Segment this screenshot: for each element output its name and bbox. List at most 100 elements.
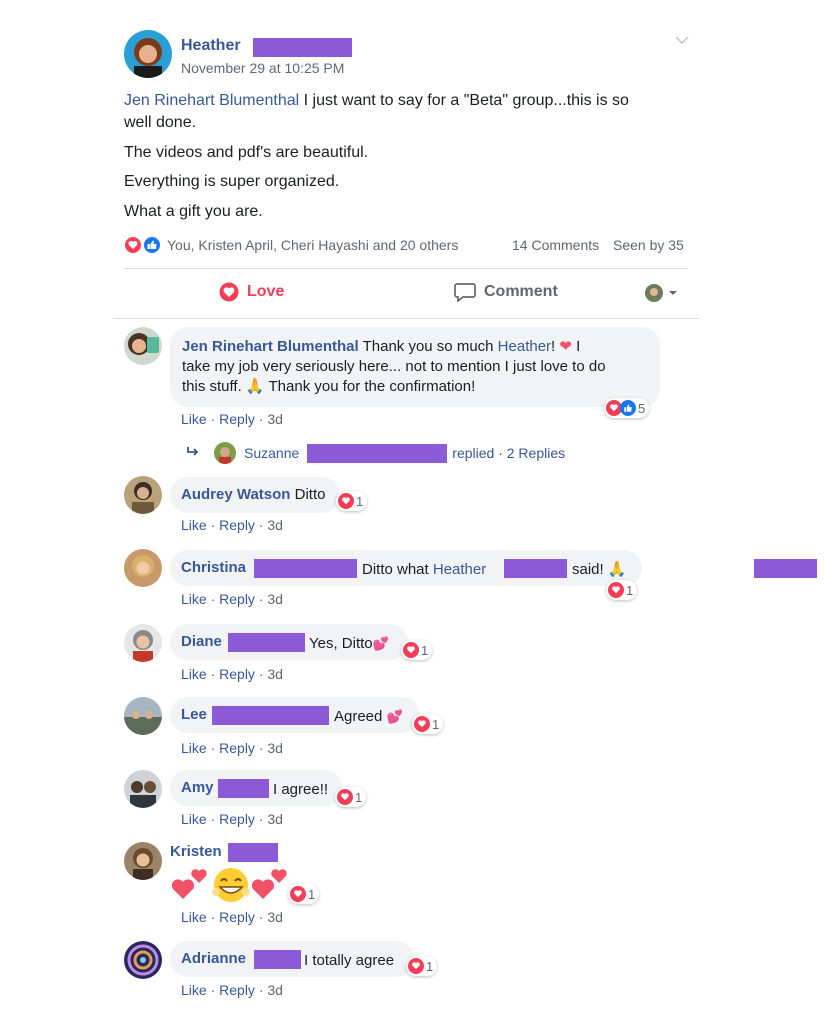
reply-link[interactable]: Reply <box>219 982 255 998</box>
chevron-down-icon[interactable] <box>674 33 690 45</box>
post-body-line-1: Jen Rinehart Blumenthal I just want to s… <box>124 92 629 109</box>
heart-icon <box>337 789 353 805</box>
comment-age[interactable]: 3d <box>267 666 283 682</box>
comment-reaction-count[interactable]: 1 <box>288 884 320 904</box>
commenter-name[interactable]: Jen Rinehart Blumenthal <box>182 338 359 355</box>
comment-reaction-count[interactable]: 1 <box>336 491 368 511</box>
comment-meta: Like · Reply · 3d <box>181 909 283 925</box>
reaction-names[interactable]: You, Kristen April, Cheri Hayashi and 20… <box>167 237 458 253</box>
comment-age[interactable]: 3d <box>267 740 283 756</box>
commenter-name[interactable]: Kristen <box>170 843 222 860</box>
comment-bubble: Audrey Watson Ditto <box>170 477 340 513</box>
redaction-bar <box>218 779 269 798</box>
comment-meta: Like · Reply · 3d <box>181 411 283 427</box>
comment-age[interactable]: 3d <box>267 982 283 998</box>
comment-reaction-count[interactable]: 5 <box>604 398 650 418</box>
comment-reaction-count[interactable]: 1 <box>335 787 367 807</box>
commenter-avatar[interactable] <box>124 770 162 808</box>
comment-text: Agreed 💕 <box>334 708 403 725</box>
comment-mention[interactable]: Heather <box>498 338 551 355</box>
commenter-name[interactable]: Lee <box>181 706 207 723</box>
like-link[interactable]: Like <box>181 517 207 533</box>
comment-age[interactable]: 3d <box>267 517 283 533</box>
comment-mention[interactable]: Heather <box>433 561 486 578</box>
like-link[interactable]: Like <box>181 982 207 998</box>
comment-meta: Like · Reply · 3d <box>181 811 283 827</box>
commenter-name[interactable]: Amy <box>181 779 214 796</box>
comment-text: Yes, Ditto💕 <box>309 635 389 652</box>
like-link[interactable]: Like <box>181 740 207 756</box>
comment-meta: Like · Reply · 3d <box>181 666 283 682</box>
reaction-icons[interactable] <box>124 236 164 254</box>
post-as-selector[interactable] <box>644 283 684 303</box>
heart-emoji: ❤ <box>559 338 572 355</box>
heart-icon <box>338 493 354 509</box>
comment-age[interactable]: 3d <box>267 591 283 607</box>
commenter-avatar[interactable] <box>124 549 162 587</box>
redaction-bar <box>254 559 357 578</box>
comment-reaction-count[interactable]: 1 <box>406 956 438 976</box>
like-link[interactable]: Like <box>181 666 207 682</box>
replier-name: Suzanne <box>244 445 300 461</box>
commenter-avatar[interactable] <box>124 941 162 979</box>
like-link[interactable]: Like <box>181 411 207 427</box>
love-button[interactable]: Love <box>219 282 284 302</box>
commenter-avatar[interactable] <box>124 624 162 662</box>
replier-avatar <box>214 442 236 464</box>
post-mention[interactable]: Jen Rinehart Blumenthal <box>124 92 299 109</box>
commenter-name[interactable]: Diane <box>181 633 222 650</box>
reply-link[interactable]: Reply <box>219 909 255 925</box>
commenter-avatar[interactable] <box>124 842 162 880</box>
reply-link[interactable]: Reply <box>219 517 255 533</box>
redaction-bar <box>228 633 305 652</box>
heart-icon <box>403 642 419 658</box>
comment-age[interactable]: 3d <box>267 411 283 427</box>
commenter-name[interactable]: Adrianne <box>181 950 246 967</box>
reply-link[interactable]: Reply <box>219 811 255 827</box>
seen-by[interactable]: Seen by 35 <box>613 237 684 253</box>
redaction-bar <box>228 843 278 862</box>
post-body-line-3: Everything is super organized. <box>124 173 340 190</box>
replies-link: replied · 2 Replies <box>452 445 566 461</box>
post-author-name[interactable]: Heather <box>181 37 241 55</box>
emoji-reaction-comment <box>170 865 290 905</box>
comment-age[interactable]: 3d <box>267 909 283 925</box>
like-link[interactable]: Like <box>181 591 207 607</box>
comment-reaction-count[interactable]: 1 <box>401 640 433 660</box>
divider <box>113 318 699 319</box>
praying-hands-emoji: 🙏 <box>245 378 265 395</box>
comment-meta: Like · Reply · 3d <box>181 517 283 533</box>
commenter-avatar[interactable] <box>124 476 162 514</box>
commenter-name[interactable]: Christina <box>181 559 246 576</box>
redaction-bar <box>307 443 448 463</box>
reply-link[interactable]: Reply <box>219 591 255 607</box>
comment-text: Ditto what Heather <box>362 561 487 578</box>
comment-text: I agree!! <box>273 781 329 798</box>
commenter-avatar[interactable] <box>124 327 162 365</box>
comment-button[interactable]: Comment <box>454 282 558 302</box>
post-body-line-4: What a gift you are. <box>124 203 263 220</box>
post-timestamp[interactable]: November 29 at 10:25 PM <box>181 60 344 76</box>
comment-age[interactable]: 3d <box>267 811 283 827</box>
like-link[interactable]: Like <box>181 811 207 827</box>
divider <box>124 268 688 269</box>
comment-reaction-count[interactable]: 1 <box>412 714 444 734</box>
comment-reaction-count[interactable]: 1 <box>606 580 638 600</box>
comments-count[interactable]: 14 Comments <box>512 237 599 253</box>
heart-icon <box>219 282 239 302</box>
two-hearts-emoji: 💕 <box>386 709 403 724</box>
reply-summary[interactable]: Suzanne replied · 2 Replies <box>186 442 565 464</box>
heart-icon <box>608 582 624 598</box>
like-icon <box>620 400 636 416</box>
reply-link[interactable]: Reply <box>219 666 255 682</box>
post-author-avatar[interactable] <box>124 30 172 78</box>
reply-link[interactable]: Reply <box>219 411 255 427</box>
comment-icon <box>454 282 476 302</box>
commenter-avatar[interactable] <box>124 697 162 735</box>
commenter-name[interactable]: Audrey Watson <box>181 486 290 503</box>
like-link[interactable]: Like <box>181 909 207 925</box>
reply-arrow-icon <box>186 445 200 461</box>
reply-link[interactable]: Reply <box>219 740 255 756</box>
comment-text: I totally agree <box>304 952 395 969</box>
comment-meta: Like · Reply · 3d <box>181 740 283 756</box>
